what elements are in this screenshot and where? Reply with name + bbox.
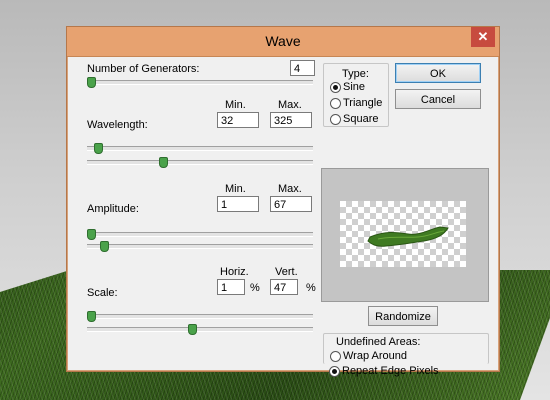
amplitude-max-field[interactable]: 67 — [270, 196, 312, 212]
undefined-areas-group: Undefined Areas: Wrap Around — [323, 333, 489, 364]
randomize-button[interactable]: Randomize — [368, 306, 438, 326]
amplitude-min-slider-track[interactable] — [87, 232, 313, 237]
type-square-label[interactable]: Square — [343, 113, 378, 125]
preview-wave-image — [367, 226, 449, 247]
dialog-title: Wave — [265, 33, 301, 49]
generators-label: Number of Generators: — [87, 63, 200, 75]
scale-horiz-field[interactable]: 1 — [217, 279, 245, 295]
scale-vert-field[interactable]: 47 — [270, 279, 298, 295]
scale-horiz-slider-track[interactable] — [87, 314, 313, 319]
amplitude-label: Amplitude: — [87, 203, 139, 215]
wave-dialog: Wave ✕ Number of Generators: 4 Min. Max.… — [66, 26, 500, 377]
wrap-around-label[interactable]: Wrap Around — [343, 350, 407, 362]
wavelength-min-slider-track[interactable] — [87, 146, 313, 151]
wavelength-min-header: Min. — [225, 99, 246, 111]
wrap-around-radio[interactable] — [330, 351, 341, 362]
type-group: Type: Sine Triangle Square — [323, 63, 389, 127]
wavelength-min-field[interactable]: 32 — [217, 112, 259, 128]
wavelength-max-slider-track[interactable] — [87, 160, 313, 165]
wavelength-max-slider-thumb[interactable] — [159, 157, 169, 168]
close-icon: ✕ — [477, 29, 489, 44]
amplitude-max-header: Max. — [278, 183, 302, 195]
wavelength-label: Wavelength: — [87, 119, 148, 131]
scale-vert-slider-thumb[interactable] — [187, 324, 197, 335]
scale-horiz-header: Horiz. — [220, 266, 249, 278]
repeat-edge-pixels-label[interactable]: Repeat Edge Pixels — [342, 365, 439, 377]
wavelength-min-slider-thumb[interactable] — [93, 143, 103, 154]
generators-slider-thumb[interactable] — [87, 77, 96, 88]
scale-label: Scale: — [87, 287, 118, 299]
scale-vert-slider-track[interactable] — [87, 327, 313, 332]
amplitude-min-slider-thumb[interactable] — [87, 229, 96, 240]
dialog-body: Number of Generators: 4 Min. Max. Wavele… — [75, 57, 491, 377]
scale-horiz-slider-thumb[interactable] — [87, 311, 96, 322]
cancel-button[interactable]: Cancel — [395, 89, 481, 109]
scale-vert-header: Vert. — [275, 266, 298, 278]
preview-transparency-grid — [340, 201, 466, 267]
type-sine-radio[interactable] — [330, 82, 341, 93]
type-square-radio[interactable] — [330, 114, 341, 125]
type-legend: Type: — [342, 68, 369, 80]
generators-field[interactable]: 4 — [290, 60, 315, 76]
amplitude-max-slider-thumb[interactable] — [100, 241, 110, 252]
preview-pane — [321, 168, 489, 302]
scale-horiz-unit: % — [250, 282, 260, 294]
wavelength-max-header: Max. — [278, 99, 302, 111]
title-bar[interactable]: Wave ✕ — [67, 27, 499, 57]
scale-vert-unit: % — [306, 282, 316, 294]
wavelength-max-field[interactable]: 325 — [270, 112, 312, 128]
repeat-edge-pixels-radio[interactable] — [329, 366, 340, 377]
ok-button[interactable]: OK — [395, 63, 481, 83]
close-button[interactable]: ✕ — [471, 27, 495, 47]
amplitude-max-slider-track[interactable] — [87, 244, 313, 249]
undefined-areas-legend: Undefined Areas: — [336, 336, 421, 348]
amplitude-min-header: Min. — [225, 183, 246, 195]
type-triangle-label[interactable]: Triangle — [343, 97, 382, 109]
type-triangle-radio[interactable] — [330, 98, 341, 109]
type-sine-label[interactable]: Sine — [343, 81, 365, 93]
amplitude-min-field[interactable]: 1 — [217, 196, 259, 212]
generators-slider-track[interactable] — [87, 80, 313, 85]
